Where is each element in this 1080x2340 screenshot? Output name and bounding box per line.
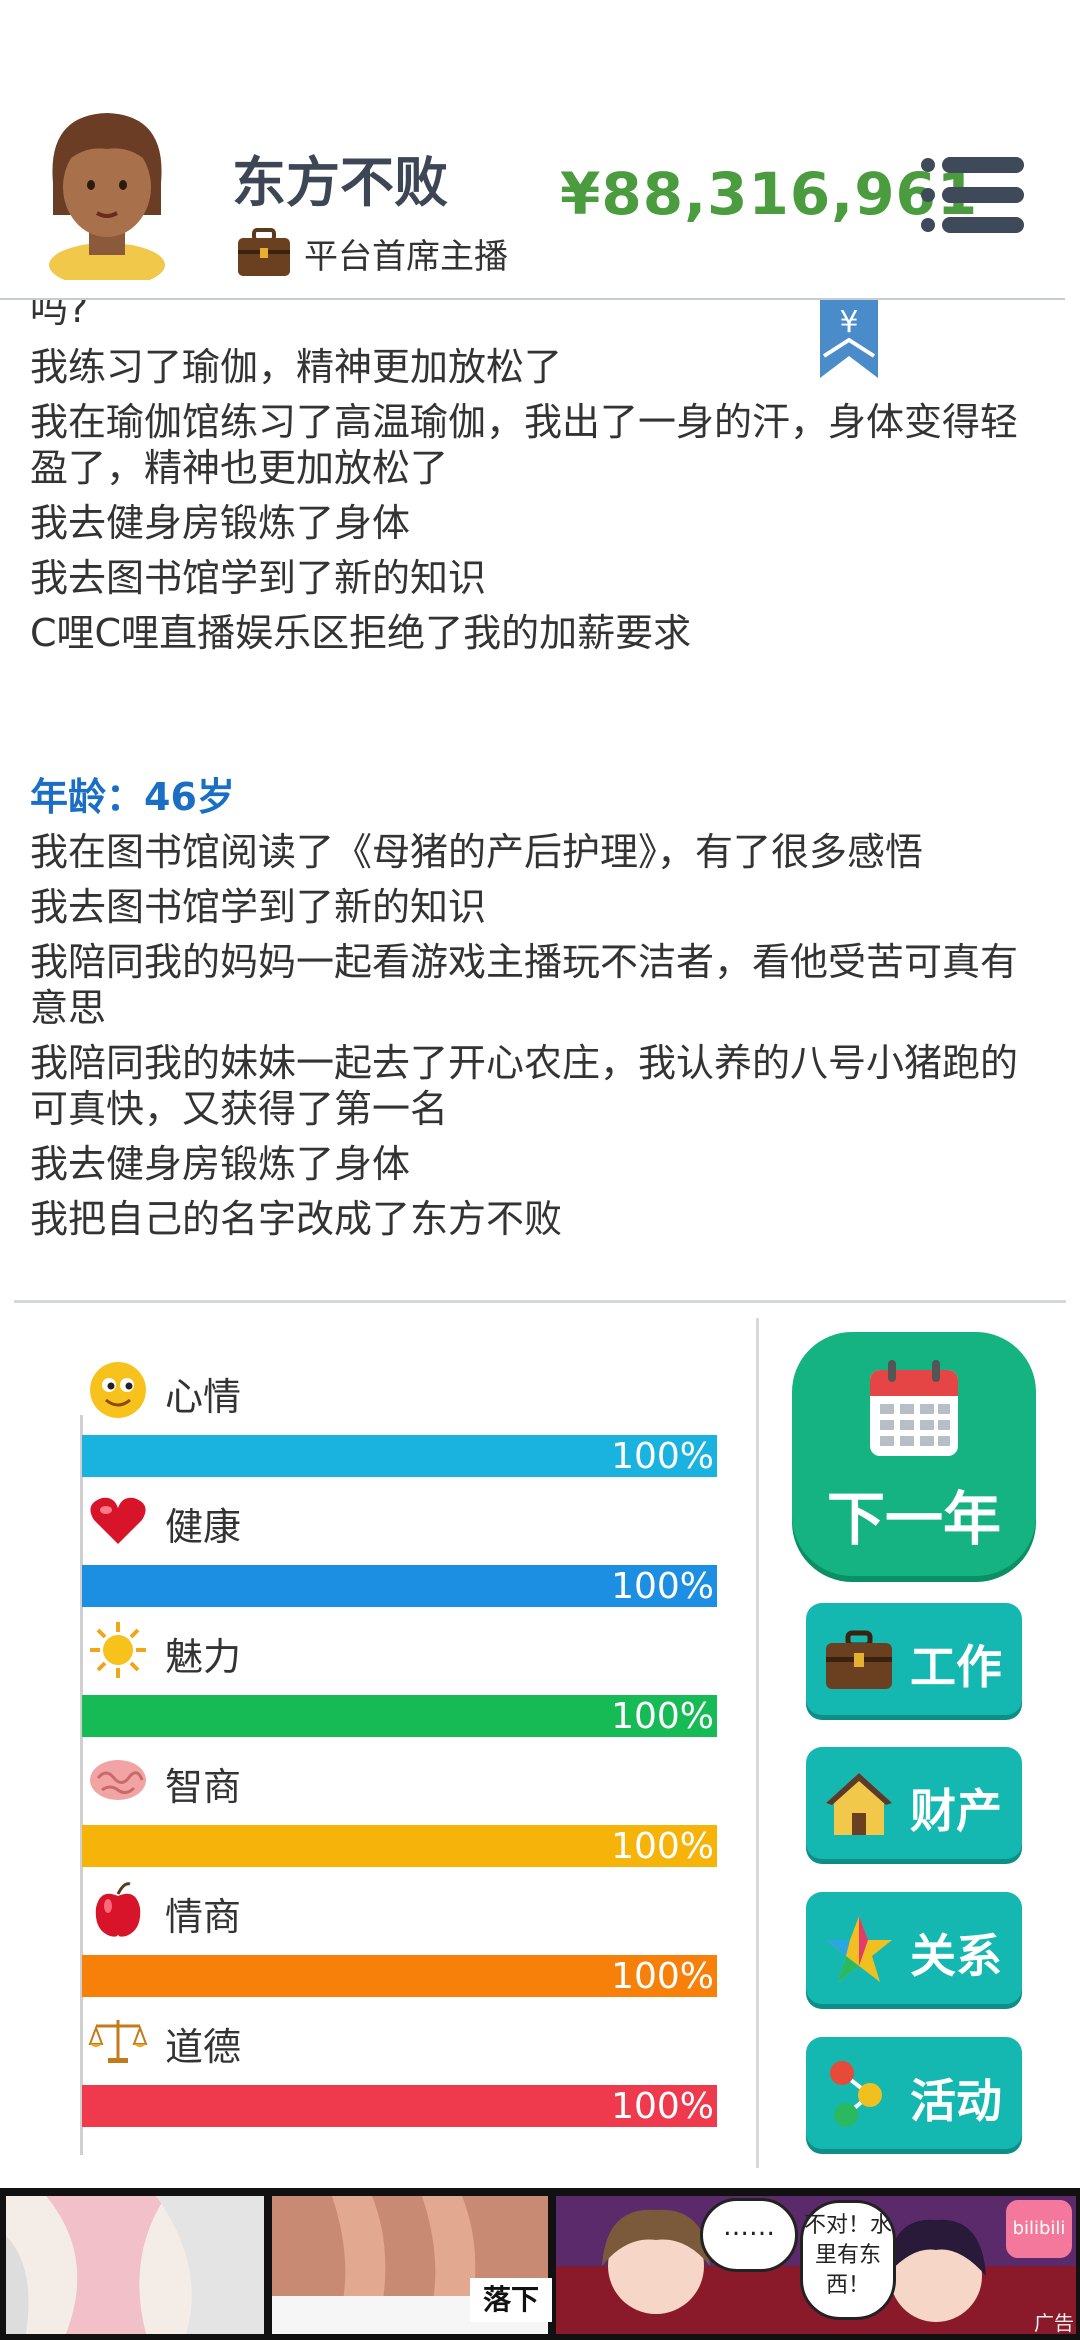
stat-value: 100% [611, 1826, 714, 1867]
stat-label: 智商 [165, 1765, 242, 1809]
log-block-current-year: 年龄：46岁 我在图书馆阅读了《母猪的产后护理》，有了很多感悟 我去图书馆学到了… [30, 766, 1040, 1251]
sun-icon [90, 1622, 146, 1678]
stat-morality: 道德 100% [80, 2010, 720, 2140]
stat-value: 100% [611, 1696, 714, 1737]
relations-label: 关系 [910, 1929, 1002, 1983]
heart-icon [90, 1497, 146, 1544]
money-amount: ¥88,316,961 [560, 160, 979, 228]
log-line: 我在瑜伽馆练习了高温瑜伽，我出了一身的汗，身体变得轻盈了，精神也更加放松了 [30, 400, 1019, 490]
next-year-label: 下一年 [826, 1485, 1001, 1553]
log-line: 我陪同我的妹妹一起去了开心农庄，我认养的八号小猪跑的可真快，又获得了第一名 [30, 1041, 1019, 1131]
stat-mood: 心情 100% [80, 1360, 720, 1490]
brain-icon [90, 1760, 146, 1800]
stat-label: 道德 [165, 2025, 242, 2069]
header: 东方不败 平台首席主播 ¥88,316,961 [0, 0, 1080, 300]
life-log[interactable]: 吗? 我练习了瑜伽，精神更加放松了 我在瑜伽馆练习了高温瑜伽，我出了一身的汗，身… [30, 300, 1040, 1290]
bookmark-icon[interactable]: ¥ [820, 300, 878, 378]
smiley-icon [90, 1362, 146, 1418]
username: 东方不败 [232, 151, 448, 214]
scale-icon [88, 2020, 148, 2063]
bookmark-symbol: ¥ [839, 305, 858, 340]
apple-icon [95, 1882, 141, 1937]
briefcase-icon [826, 1630, 892, 1689]
work-label: 工作 [910, 1640, 1002, 1694]
ad-caption: 落下 [470, 2278, 552, 2322]
stat-iq: 智商 100% [80, 1750, 720, 1880]
job-title: 平台首席主播 [304, 236, 508, 277]
calendar-icon [870, 1360, 958, 1456]
stat-value: 100% [611, 2086, 714, 2127]
star-icon [826, 1916, 892, 1982]
log-line: 吗? [30, 300, 89, 331]
house-icon [826, 1773, 892, 1835]
stat-value: 100% [611, 1436, 714, 1477]
log-line: 我陪同我的妈妈一起看游戏主播玩不洁者，看他受苦可真有意思 [30, 940, 1019, 1030]
stat-charm: 魅力 100% [80, 1620, 720, 1750]
section-divider [14, 1300, 1066, 1303]
stat-eq: 情商 100% [80, 1880, 720, 2010]
log-line: 我在图书馆阅读了《母猪的产后护理》，有了很多感悟 [30, 830, 924, 874]
log-line: 我去健身房锻炼了身体 [30, 501, 411, 545]
activities-button[interactable]: 活动 [806, 2037, 1022, 2149]
stat-value: 100% [611, 1566, 714, 1607]
log-line: C哩C哩直播娱乐区拒绝了我的加薪要求 [30, 611, 692, 655]
log-block-previous-year: 我练习了瑜伽，精神更加放松了 我在瑜伽馆练习了高温瑜伽，我出了一身的汗，身体变得… [30, 344, 1040, 665]
property-label: 财产 [910, 1784, 1002, 1838]
ad-tag: 广告 [1034, 2311, 1074, 2335]
job-title-row: 平台首席主播 [236, 228, 508, 278]
activities-label: 活动 [910, 2074, 1002, 2128]
log-line: 我把自己的名字改成了东方不败 [30, 1197, 563, 1241]
ad-panel-image [6, 2196, 264, 2334]
stat-label: 情商 [165, 1895, 242, 1939]
menu-icon[interactable] [920, 155, 1025, 235]
stat-label: 心情 [165, 1375, 242, 1419]
stat-value: 100% [611, 1956, 714, 1997]
bilibili-logo: bilibili [1006, 2200, 1072, 2258]
stat-label: 魅力 [165, 1635, 242, 1679]
dots-icon [830, 2061, 882, 2127]
briefcase-icon [238, 228, 290, 276]
ad-banner[interactable]: 落下 …… 不对！水里有东西！ bilibili 广告 [0, 2188, 1080, 2340]
stat-health: 健康 100% [80, 1490, 720, 1620]
next-year-button[interactable]: 下一年 [792, 1332, 1036, 1576]
log-line: 我去健身房锻炼了身体 [30, 1142, 411, 1186]
relations-button[interactable]: 关系 [806, 1892, 1022, 2004]
property-button[interactable]: 财产 [806, 1747, 1022, 1859]
age-label: 年龄：46岁 [30, 775, 235, 819]
log-line: 我练习了瑜伽，精神更加放松了 [30, 345, 563, 389]
log-line: 我去图书馆学到了新的知识 [30, 556, 487, 600]
ad-speech-bubble: 不对！水里有东西！ [800, 2200, 896, 2320]
log-line: 我去图书馆学到了新的知识 [30, 885, 487, 929]
panel-divider [756, 1318, 759, 2168]
work-button[interactable]: 工作 [806, 1603, 1022, 1715]
ad-speech-bubble: …… [700, 2198, 798, 2272]
stat-label: 健康 [165, 1505, 242, 1549]
avatar[interactable] [35, 105, 180, 280]
